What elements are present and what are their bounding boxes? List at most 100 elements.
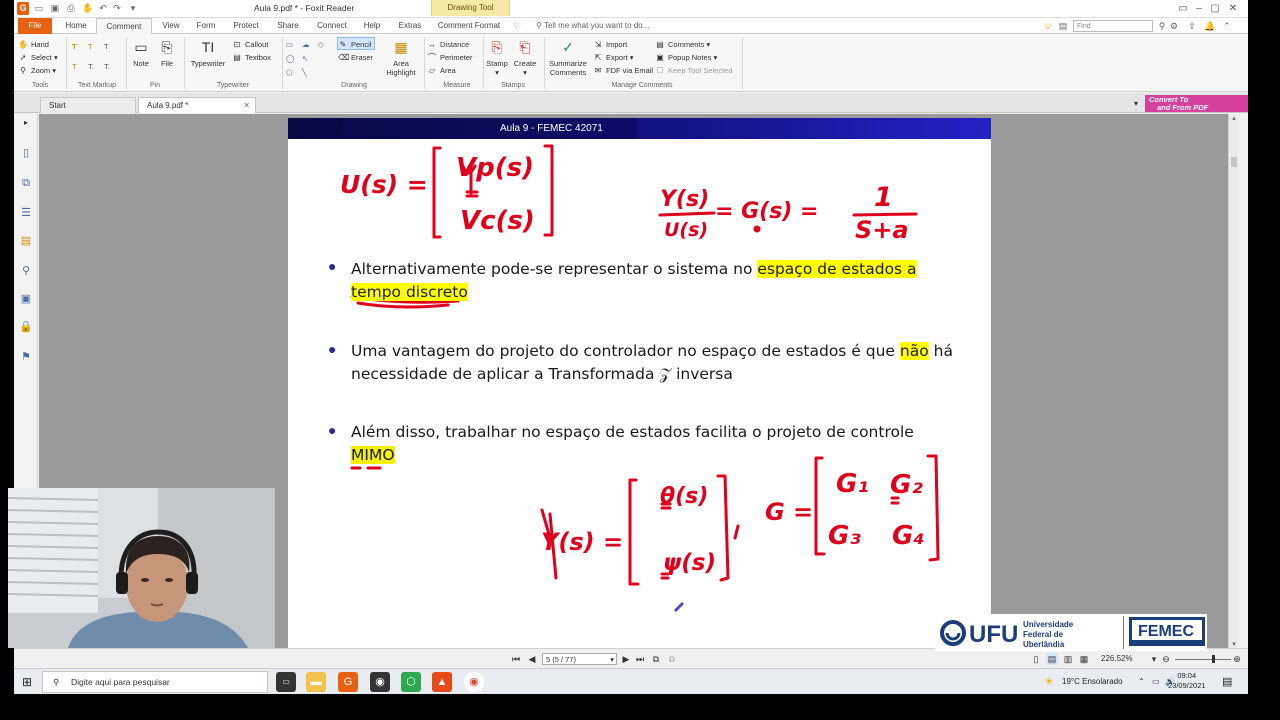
tray-chevron-icon[interactable]: ⌃: [1138, 669, 1145, 695]
security-lock-icon[interactable]: 🔒: [19, 320, 33, 334]
single-page-icon[interactable]: ▯: [1030, 653, 1042, 665]
search-icon[interactable]: ⚲: [1156, 20, 1168, 32]
next-page-icon[interactable]: ▶: [620, 653, 632, 665]
redo-icon[interactable]: ↷: [112, 3, 122, 13]
tab-share[interactable]: Share: [272, 18, 304, 34]
oval-icon[interactable]: ◯: [286, 52, 294, 65]
hand-tool[interactable]: ✋ Hand: [18, 38, 49, 51]
squiggly-icon[interactable]: T: [88, 40, 93, 53]
distance-button[interactable]: ↔ Distance: [427, 38, 469, 51]
create-button[interactable]: ⎗ Create ▾: [512, 37, 538, 77]
tab-comment[interactable]: Comment: [96, 18, 152, 35]
cloud-icon[interactable]: ☁: [302, 38, 310, 51]
arrow-icon[interactable]: ↖: [302, 52, 308, 65]
close-icon[interactable]: ✕: [1226, 2, 1240, 15]
zoom-tool[interactable]: ⚲ Zoom ▾: [18, 64, 56, 77]
summarize-comments-button[interactable]: ✓ Summarize Comments: [547, 37, 589, 77]
tab-view[interactable]: View: [157, 18, 185, 34]
matlab-icon[interactable]: ▲: [432, 672, 452, 692]
insert-text-icon[interactable]: T.: [104, 60, 110, 73]
tab-home[interactable]: Home: [61, 18, 91, 34]
select-tool[interactable]: ➚ Select ▾: [18, 51, 58, 64]
pencil-button[interactable]: ✎ Pencil: [337, 37, 376, 50]
highlight-text-icon[interactable]: T: [72, 40, 77, 53]
tab-comment-format[interactable]: Comment Format: [433, 18, 505, 34]
stamp-button[interactable]: ⎘ Stamp ▾: [485, 37, 509, 77]
rectangle-icon[interactable]: ▭: [286, 38, 293, 51]
open-icon[interactable]: ▭: [34, 3, 44, 13]
bell-icon[interactable]: 🔔: [1204, 20, 1216, 32]
tab-list-icon[interactable]: ▾: [1134, 99, 1138, 108]
callout-button[interactable]: ⊡ Callout: [232, 38, 269, 51]
taskbar-search[interactable]: ⚲ Digite aqui para pesquisar: [42, 671, 268, 693]
scroll-down-icon[interactable]: ▾: [1230, 640, 1238, 648]
underline-text-icon[interactable]: T: [104, 40, 109, 53]
network-icon[interactable]: ▭: [1152, 669, 1160, 695]
area-highlight-button[interactable]: ▦ Area Highlight: [382, 37, 420, 77]
keep-tool-selected[interactable]: ☐ Keep Tool Selected: [655, 64, 732, 77]
replace-text-icon[interactable]: T.: [88, 60, 94, 73]
close-tab-icon[interactable]: ✕: [243, 98, 250, 113]
find-input[interactable]: Find: [1073, 20, 1153, 32]
undo-icon[interactable]: ↶: [98, 3, 108, 13]
arrow-up-icon[interactable]: ⇧: [1186, 20, 1198, 32]
pages-icon[interactable]: ⧉: [19, 176, 33, 190]
collapse-ribbon-icon[interactable]: ⌃: [1221, 20, 1233, 32]
layout-icon[interactable]: ▤: [1057, 20, 1069, 32]
comments-dropdown[interactable]: ▤ Comments ▾: [655, 38, 710, 51]
continuous-page-icon[interactable]: ▤: [1046, 653, 1058, 665]
textbox-button[interactable]: ▤ Textbox: [232, 51, 271, 64]
chrome-icon[interactable]: ◉: [464, 672, 484, 692]
obs-icon[interactable]: ◉: [370, 672, 390, 692]
import-button[interactable]: ⇲ Import: [593, 38, 628, 51]
tab-extras[interactable]: Extras: [394, 18, 426, 34]
fdf-email-button[interactable]: ✉ FDF via Email: [593, 64, 653, 77]
file-explorer-icon[interactable]: ▬: [306, 672, 326, 692]
notification-icon[interactable]: ▤: [1222, 669, 1232, 695]
save-icon[interactable]: ▣: [50, 3, 60, 13]
comments-panel-icon[interactable]: ▤: [19, 234, 33, 248]
note-button[interactable]: ▭ Note: [128, 37, 154, 68]
eraser-button[interactable]: ⌫ Eraser: [338, 51, 373, 64]
convert-pdf-banner[interactable]: Convert To and From PDF: [1145, 95, 1248, 112]
settings-icon[interactable]: ⚙: [1168, 20, 1180, 32]
signature-icon[interactable]: ▣: [19, 292, 33, 306]
typewriter-button[interactable]: TI Typewriter: [186, 37, 230, 68]
facing-page-icon[interactable]: ▥: [1062, 653, 1074, 665]
zoom-slider[interactable]: [1175, 659, 1231, 660]
perimeter-button[interactable]: ⌒ Perimeter: [427, 51, 473, 64]
restore-icon[interactable]: ▭: [1176, 2, 1190, 15]
scroll-up-icon[interactable]: ▴: [1230, 114, 1238, 122]
foxit-taskbar-icon[interactable]: G: [338, 672, 358, 692]
customize-icon[interactable]: ▾: [128, 3, 138, 13]
attachment-icon[interactable]: ⚲: [19, 264, 33, 278]
tab-help[interactable]: Help: [359, 18, 385, 34]
page-number-input[interactable]: 5 (5 / 77) ▾: [542, 653, 617, 665]
weather-icon[interactable]: ☀: [1044, 669, 1054, 695]
tab-aula9[interactable]: Aula 9.pdf * ✕: [138, 97, 256, 113]
continuous-facing-icon[interactable]: ▦: [1078, 653, 1090, 665]
layers-icon[interactable]: ☰: [19, 206, 33, 220]
tab-form[interactable]: Form: [192, 18, 220, 34]
tell-me-box[interactable]: ⚲ Tell me what you want to do...: [526, 18, 649, 34]
zoom-in-icon[interactable]: ⊕: [1231, 653, 1243, 665]
camtasia-icon[interactable]: ⬡: [401, 672, 421, 692]
next-view-icon[interactable]: ⧉: [666, 653, 678, 665]
hand-quick-icon[interactable]: ✋: [82, 3, 93, 13]
task-view-icon[interactable]: ▭: [276, 672, 296, 692]
tab-protect[interactable]: Protect: [227, 18, 265, 34]
scroll-thumb[interactable]: [1231, 157, 1237, 167]
print-icon[interactable]: ⎙: [66, 3, 76, 13]
area-button[interactable]: ▱ Area: [427, 64, 456, 77]
expand-panel-icon[interactable]: ▸: [19, 116, 33, 130]
taskbar-clock[interactable]: 09:04 23/09/2021: [1168, 671, 1206, 691]
line-icon[interactable]: ╲: [302, 66, 307, 79]
last-page-icon[interactable]: ⏭: [634, 653, 646, 665]
weather-text[interactable]: 19°C Ensolarado: [1062, 669, 1123, 695]
tags-icon[interactable]: ⚑: [19, 350, 33, 364]
export-button[interactable]: ⇱ Export ▾: [593, 51, 634, 64]
tab-start[interactable]: Start: [40, 97, 136, 113]
polygon-icon[interactable]: ⬠: [286, 66, 293, 79]
zoom-out-icon[interactable]: ⊖: [1160, 653, 1172, 665]
popup-notes-dropdown[interactable]: ▣ Popup Notes ▾: [655, 51, 717, 64]
